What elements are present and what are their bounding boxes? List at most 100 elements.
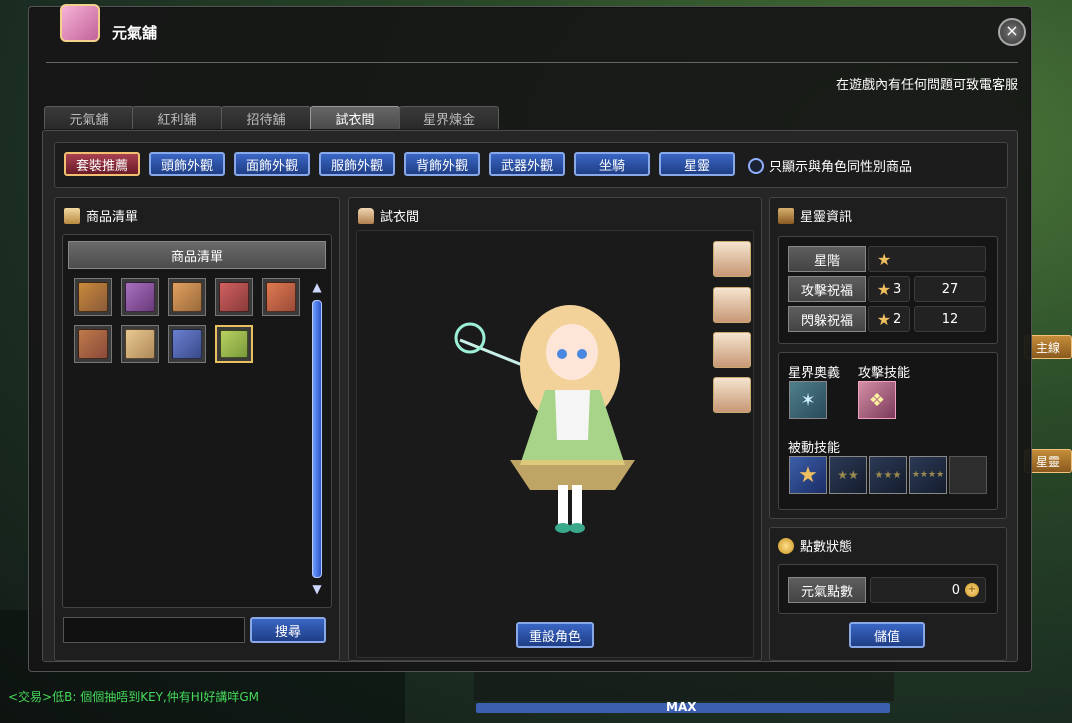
scroll-up-icon[interactable]: ▲ [309, 280, 325, 294]
outfit-book-icon [220, 330, 248, 358]
product-item[interactable] [121, 325, 159, 363]
stars-icon: ★★ [837, 468, 859, 482]
category-facewear[interactable]: 面飾外觀 [234, 152, 310, 176]
attack-blessing-stars: ★ 3 [868, 276, 910, 302]
coin-icon: + [965, 583, 979, 597]
reset-character-button[interactable]: 重設角色 [516, 622, 594, 648]
dodge-blessing-label: 閃躲祝福 [788, 306, 866, 332]
scroll-down-icon[interactable]: ▼ [309, 582, 325, 596]
close-icon: × [1005, 21, 1019, 40]
background-exp-label: MAX [666, 700, 697, 714]
right-eye [577, 349, 587, 359]
tab-vitality-shop[interactable]: 元氣舖 [44, 106, 134, 129]
stars-icon: ★★★★ [911, 470, 945, 480]
passive-skill-slot-5[interactable] [949, 456, 987, 494]
search-input[interactable] [63, 617, 245, 643]
product-item[interactable] [74, 325, 112, 363]
dodge-blessing-star-count: 2 [893, 311, 902, 327]
book-icon [778, 207, 794, 224]
star-icon: ★ [876, 279, 892, 299]
outfit-book-icon [78, 329, 108, 359]
search-button[interactable]: 搜尋 [250, 617, 326, 643]
expression-button-1[interactable] [713, 241, 751, 277]
points-title-text: 點數狀態 [800, 540, 853, 555]
product-item[interactable] [121, 278, 159, 316]
window-title: 元氣舖 [112, 24, 158, 42]
category-backwear[interactable]: 背飾外觀 [404, 152, 480, 176]
passive-skill-slot-2[interactable]: ★★ [829, 456, 867, 494]
outfit-book-icon [172, 329, 202, 359]
category-weapon[interactable]: 武器外觀 [489, 152, 565, 176]
star-icon: ★ [798, 462, 818, 488]
radio-icon[interactable] [748, 157, 764, 174]
left-shoe [555, 523, 571, 533]
outfit-book-icon [125, 329, 155, 359]
divider [46, 62, 1018, 63]
face [546, 324, 598, 380]
outfit-book-icon [78, 282, 108, 312]
same-gender-filter[interactable]: 只顯示與角色同性別商品 [748, 156, 912, 175]
astral-skill-slot[interactable]: ✶ [789, 381, 827, 419]
category-mount[interactable]: 坐騎 [574, 152, 650, 176]
attack-blessing-value: 27 [914, 276, 986, 302]
tab-bonus-shop[interactable]: 紅利舖 [132, 106, 222, 129]
outfit-book-icon [172, 282, 202, 312]
outfit-book-icon [219, 282, 249, 312]
product-item[interactable] [215, 278, 253, 316]
tab-astral-alchemy[interactable]: 星界煉金 [399, 106, 499, 129]
title-bar[interactable] [28, 6, 1030, 48]
expression-button-3[interactable] [713, 332, 751, 368]
category-spirit[interactable]: 星靈 [659, 152, 735, 176]
attack-skill-slot[interactable]: ❖ [858, 381, 896, 419]
dodge-blessing-value: 12 [914, 306, 986, 332]
expression-button-4[interactable] [713, 377, 751, 413]
product-item[interactable] [262, 278, 300, 316]
attack-blessing-star-count: 3 [893, 281, 902, 297]
category-headwear[interactable]: 頭飾外觀 [149, 152, 225, 176]
scroll-icon [64, 207, 80, 224]
gift-box-icon [60, 4, 100, 42]
stars-icon: ★★★ [874, 469, 902, 481]
character-preview[interactable] [440, 290, 680, 540]
left-leg [558, 485, 568, 525]
product-item[interactable] [215, 325, 253, 363]
attack-skill-label: 攻擊技能 [858, 366, 911, 381]
dodge-blessing-stars: ★ 2 [868, 306, 910, 332]
passive-skill-slot-3[interactable]: ★★★ [869, 456, 907, 494]
tab-treat-shop[interactable]: 招待舖 [221, 106, 311, 129]
star-rank-value: ★ [868, 246, 986, 272]
star-icon: ★ [876, 309, 892, 329]
background-chat-line: <交易>低B: 個個抽唔到KEY,仲有HI好講咩GM [8, 690, 260, 704]
wand-head [454, 322, 486, 354]
left-eye [557, 349, 567, 359]
passive-skill-slot-4[interactable]: ★★★★ [909, 456, 947, 494]
points-title: 點數狀態 [778, 536, 852, 555]
tab-fitting-room[interactable]: 試衣間 [310, 106, 400, 129]
product-item[interactable] [168, 278, 206, 316]
passive-skill-slot-1[interactable]: ★ [789, 456, 827, 494]
fitting-room-title: 試衣間 [358, 206, 419, 225]
passive-skill-label: 被動技能 [788, 441, 841, 456]
shirt-icon [358, 207, 374, 224]
scrollbar[interactable] [312, 300, 322, 578]
category-set-recommend[interactable]: 套裝推薦 [64, 152, 140, 176]
right-shoe [569, 523, 585, 533]
coin-icon [778, 537, 794, 554]
expression-button-2[interactable] [713, 287, 751, 323]
vitality-points-number: 0 [951, 582, 960, 598]
product-list-title: 商品清單 [64, 206, 138, 225]
star-rank-label: 星階 [788, 246, 866, 272]
astral-mystery-label: 星界奧義 [788, 366, 841, 381]
vitality-points-label: 元氣點數 [788, 577, 866, 603]
product-item[interactable] [168, 325, 206, 363]
outfit-book-icon [125, 282, 155, 312]
spirit-skill-icon: ❖ [868, 389, 886, 411]
fitting-room-title-text: 試衣間 [380, 210, 420, 225]
product-item[interactable] [74, 278, 112, 316]
close-button[interactable]: × [998, 18, 1026, 46]
blouse [555, 390, 590, 440]
product-list-title-text: 商品清單 [86, 210, 139, 225]
product-list-header: 商品清單 [68, 241, 326, 269]
category-clothing[interactable]: 服飾外觀 [319, 152, 395, 176]
charge-button[interactable]: 儲值 [849, 622, 925, 648]
